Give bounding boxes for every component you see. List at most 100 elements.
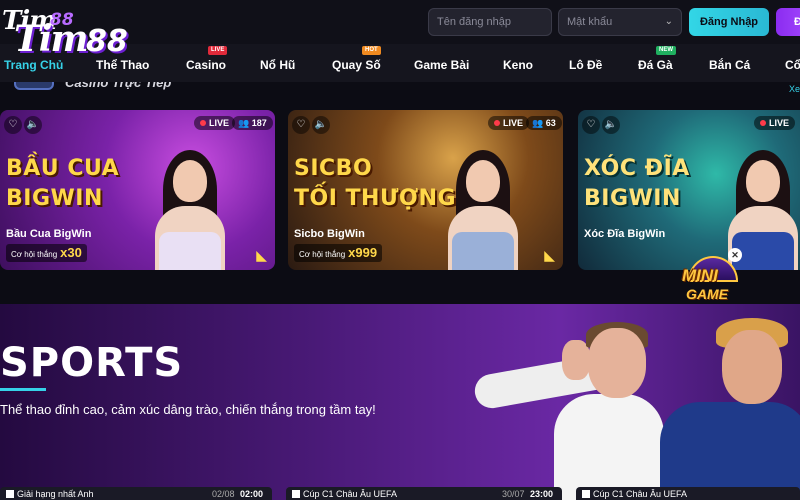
dealer-image	[438, 140, 528, 270]
live-text: LIVE	[503, 118, 524, 128]
nav-label: Lô Đề	[569, 58, 603, 72]
mute-icon[interactable]: 🔈	[312, 116, 330, 134]
viewer-count-value: 63	[545, 118, 556, 128]
nav-label: Bắn Cá	[709, 58, 751, 72]
title-underline	[0, 388, 46, 391]
sports-subtitle: Thể thao đỉnh cao, cảm xúc dâng trào, ch…	[0, 402, 376, 417]
match-time: 23:00	[530, 489, 554, 499]
nav-label: Cổ	[785, 58, 800, 72]
play-icon[interactable]: ◣	[544, 247, 555, 264]
viewer-count-value: 187	[251, 118, 267, 128]
logo-number-2: 88	[86, 24, 128, 59]
odds-label: Cơ hội thắng	[299, 250, 346, 259]
chevron-down-icon[interactable]: ⌄	[665, 9, 673, 35]
match-time: 02:00	[240, 489, 264, 499]
odds-box: Cơ hội thắng x30	[6, 244, 87, 262]
register-button[interactable]: Đ	[776, 8, 800, 36]
nav-label: Quay Số	[332, 58, 381, 72]
odds-value: x30	[60, 245, 82, 260]
league-flag-icon	[292, 490, 300, 498]
nav-item-card-games[interactable]: Game Bài	[414, 44, 469, 82]
live-indicator: LIVE	[754, 116, 796, 130]
card-banner-title: SICBO TỐI THƯỢNG	[294, 154, 456, 214]
nav-label: Trang Chủ	[4, 58, 64, 72]
league-flag-icon	[6, 490, 14, 498]
card-game-name: Xóc Đĩa BigWin	[584, 228, 666, 240]
logo-word-2: Tim	[14, 18, 89, 60]
nav-label: Keno	[503, 58, 533, 72]
heart-icon[interactable]: ♡	[4, 116, 22, 134]
nav-item-slots[interactable]: Nổ Hũ	[260, 44, 295, 82]
live-indicator: LIVE	[488, 116, 530, 130]
play-icon[interactable]: ◣	[256, 247, 267, 264]
card-game-name: Bầu Cua BigWin	[6, 228, 92, 240]
match-date: 02/08	[212, 489, 235, 499]
hot-badge: HOT	[362, 46, 381, 55]
nav-label: Casino	[186, 58, 227, 72]
odds-label: Cơ hội thắng	[11, 250, 58, 259]
close-icon[interactable]: ✕	[728, 248, 742, 262]
nav-item-lo-de[interactable]: Lô Đề	[569, 44, 602, 82]
nav-item-keno[interactable]: Keno	[503, 44, 533, 82]
mini-game-line-2: GAME	[686, 286, 728, 302]
section-title: Casino Trực Tiếp	[65, 82, 172, 90]
game-card-xoc-dia[interactable]: ♡ 🔈 LIVE XÓC ĐĨA BIGWIN Xóc Đĩa BigWin	[578, 110, 800, 270]
password-placeholder: Mật khẩu	[567, 16, 613, 28]
banner-line-1: XÓC ĐĨA	[584, 156, 690, 181]
live-casino-icon	[14, 82, 54, 90]
nav-item-more[interactable]: Cổ	[785, 44, 800, 82]
match-card[interactable]: Cúp C1 Châu Âu UEFA	[576, 487, 800, 500]
sports-title: SPORTS	[0, 340, 184, 386]
match-league: Cúp C1 Châu Âu UEFA	[303, 489, 398, 499]
new-badge: NEW	[656, 46, 676, 55]
viewer-count: 👥 187	[232, 116, 273, 130]
nav-label: Thể Thao	[96, 58, 150, 72]
login-button[interactable]: Đăng Nhập	[689, 8, 769, 36]
nav-item-cockfight[interactable]: Đá Gà NEW	[638, 44, 676, 82]
nav-item-fishing[interactable]: Bắn Cá	[709, 44, 750, 82]
live-dot-icon	[200, 120, 206, 126]
nav-label: Đá Gà	[638, 58, 673, 72]
heart-icon[interactable]: ♡	[582, 116, 600, 134]
view-more-link[interactable]: Xe	[789, 84, 800, 94]
page-root: { "logo": {"line1": "Tim", "num1": "88",…	[0, 0, 800, 500]
nav-label: Nổ Hũ	[260, 58, 296, 72]
match-league: Cúp C1 Châu Âu UEFA	[593, 489, 688, 499]
banner-line-2: BIGWIN	[6, 186, 103, 211]
nav-item-lottery[interactable]: Quay Số HOT	[332, 44, 381, 82]
password-input[interactable]: Mật khẩu ⌄	[558, 8, 682, 36]
top-bar: Tim 88 Tim 88 Tên đăng nhập Mật khẩu ⌄ Đ…	[0, 0, 800, 60]
mini-game-line-1: MINI	[682, 266, 718, 285]
game-card-bau-cua[interactable]: ♡ 🔈 LIVE 👥 187 BẦU CUA BIGWIN Bầu Cua Big…	[0, 110, 275, 270]
username-input[interactable]: Tên đăng nhập	[428, 8, 552, 36]
live-badge: LIVE	[208, 46, 228, 55]
match-card[interactable]: Cúp C1 Châu Âu UEFA 30/07 23:00	[286, 487, 562, 500]
card-banner-title: BẦU CUA BIGWIN	[6, 154, 119, 214]
match-card[interactable]: Giải hạng nhất Anh 02/08 02:00	[0, 487, 272, 500]
banner-line-2: TỐI THƯỢNG	[294, 186, 457, 211]
card-banner-title: XÓC ĐĨA BIGWIN	[584, 154, 690, 214]
game-card-sicbo[interactable]: ♡ 🔈 LIVE 👥 63 SICBO TỐI THƯỢNG Sicbo BigW…	[288, 110, 563, 270]
card-game-name: Sicbo BigWin	[294, 228, 365, 240]
banner-line-1: SICBO	[294, 156, 373, 181]
users-icon: 👥	[238, 118, 252, 128]
live-indicator: LIVE	[194, 116, 236, 130]
viewer-count: 👥 63	[526, 116, 562, 130]
mute-icon[interactable]: 🔈	[602, 116, 620, 134]
heart-icon[interactable]: ♡	[292, 116, 310, 134]
mute-icon[interactable]: 🔈	[24, 116, 42, 134]
live-text: LIVE	[769, 118, 790, 128]
odds-value: x999	[348, 245, 378, 260]
nav-item-casino[interactable]: Casino LIVE	[186, 44, 228, 82]
odds-box: Cơ hội thắng x999	[294, 244, 383, 262]
banner-line-1: BẦU CUA	[6, 156, 120, 181]
banner-line-2: BIGWIN	[584, 186, 681, 211]
match-date: 30/07	[502, 489, 525, 499]
mini-game-button[interactable]: MINI GAME ✕	[680, 248, 750, 308]
live-dot-icon	[760, 120, 766, 126]
users-icon: 👥	[532, 118, 546, 128]
nav-label: Game Bài	[414, 58, 470, 72]
site-logo[interactable]: Tim 88 Tim 88	[2, 6, 142, 60]
live-dot-icon	[494, 120, 500, 126]
dealer-image	[145, 140, 235, 270]
